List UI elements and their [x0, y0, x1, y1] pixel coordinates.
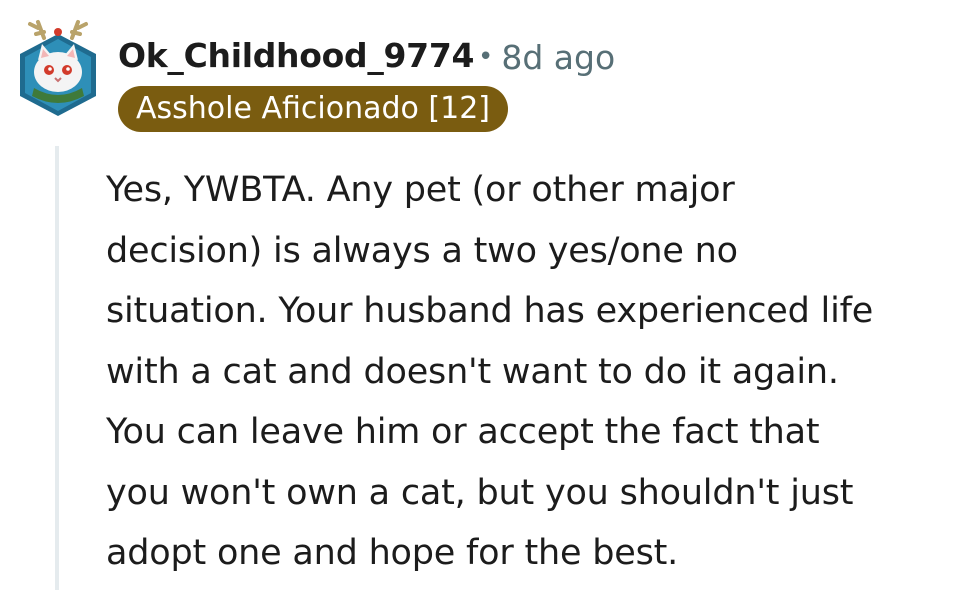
comment-body: Yes, YWBTA. Any pet (or other major deci…: [106, 170, 874, 573]
separator-dot: •: [478, 42, 494, 72]
timestamp[interactable]: 8d ago: [501, 38, 615, 77]
avatar[interactable]: [14, 14, 102, 118]
snow-cat-avatar-icon: [20, 20, 96, 116]
user-flair-badge: Asshole Aficionado [12]: [118, 86, 508, 132]
comment: Ok_Childhood_9774 • 8d ago Asshole Aficio…: [0, 0, 956, 590]
thread-line[interactable]: [55, 146, 59, 590]
username-link[interactable]: Ok_Childhood_9774: [118, 36, 474, 75]
comment-meta: • 8d ago: [478, 38, 615, 77]
